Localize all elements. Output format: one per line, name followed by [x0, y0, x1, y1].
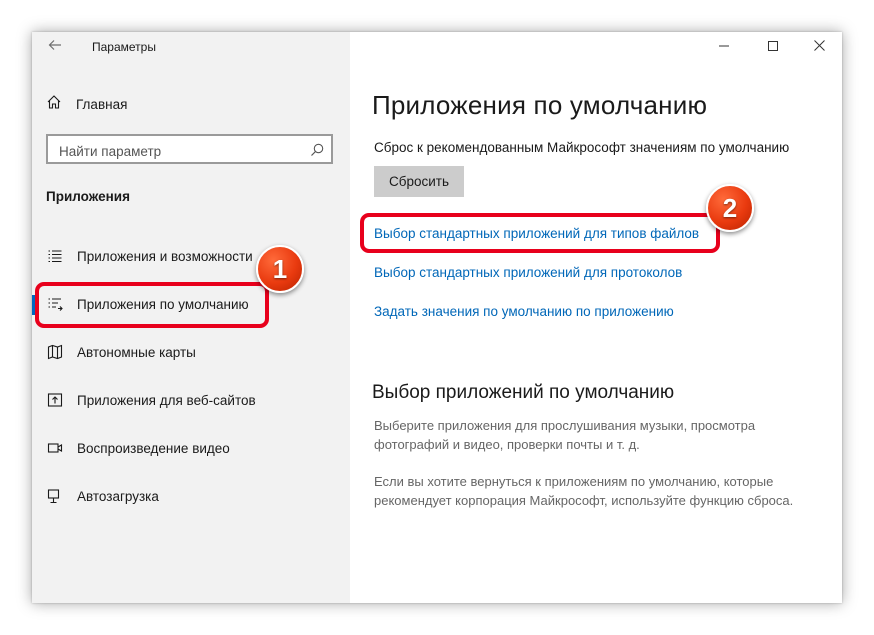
search-box[interactable]: [46, 134, 333, 164]
description-paragraph: Выберите приложения для прослушивания му…: [374, 418, 756, 452]
sidebar-item-label: Воспроизведение видео: [77, 440, 230, 456]
reset-description: Сброс к рекомендованным Майкрософт значе…: [374, 140, 790, 155]
close-icon: [813, 38, 825, 56]
reset-info-paragraph: Если вы хотите вернуться к приложениям п…: [374, 474, 794, 508]
minimize-icon: [719, 38, 729, 56]
minimize-button[interactable]: [701, 32, 747, 62]
apps-features-icon: [46, 247, 64, 265]
search-input[interactable]: [57, 141, 301, 161]
offline-maps-icon: [46, 343, 64, 361]
sidebar-item-label: Автономные карты: [77, 344, 196, 360]
maximize-icon: [768, 38, 778, 56]
highlight-default-apps: [35, 282, 269, 328]
reset-button[interactable]: Сбросить: [374, 166, 464, 197]
link-protocol-defaults[interactable]: Выбор стандартных приложений для протоко…: [374, 265, 682, 280]
subsection-title: Выбор приложений по умолчанию: [372, 382, 675, 403]
sidebar-item-home[interactable]: Главная: [46, 94, 326, 114]
step-badge-1: 1: [256, 245, 304, 293]
apps-websites-icon: [46, 391, 64, 409]
window-title: Параметры: [92, 40, 156, 54]
sidebar-item-offline-maps[interactable]: Автономные карты: [32, 328, 350, 376]
main-content: Приложения по умолчанию Сброс к рекоменд…: [350, 32, 842, 603]
video-playback-icon: [46, 439, 64, 457]
sidebar-item-video-playback[interactable]: Воспроизведение видео: [32, 424, 350, 472]
sidebar-item-label: Приложения для веб-сайтов: [77, 392, 256, 408]
sidebar-item-home-label: Главная: [76, 96, 128, 112]
highlight-file-types-link: [360, 213, 720, 253]
sidebar-section-title: Приложения: [46, 189, 130, 204]
sidebar-item-apps-websites[interactable]: Приложения для веб-сайтов: [32, 376, 350, 424]
sidebar-item-startup[interactable]: Автозагрузка: [32, 472, 350, 520]
home-icon: [46, 94, 62, 115]
step-badge-2: 2: [706, 184, 754, 232]
startup-icon: [46, 487, 64, 505]
sidebar-item-label: Автозагрузка: [77, 488, 159, 504]
close-button[interactable]: [796, 32, 842, 62]
back-arrow-icon[interactable]: [45, 37, 65, 57]
page-title: Приложения по умолчанию: [372, 90, 708, 120]
search-icon[interactable]: [309, 142, 325, 158]
link-set-defaults-by-app[interactable]: Задать значения по умолчанию по приложен…: [374, 304, 674, 319]
maximize-button[interactable]: [750, 32, 796, 62]
sidebar-item-label: Приложения и возможности: [77, 248, 253, 264]
